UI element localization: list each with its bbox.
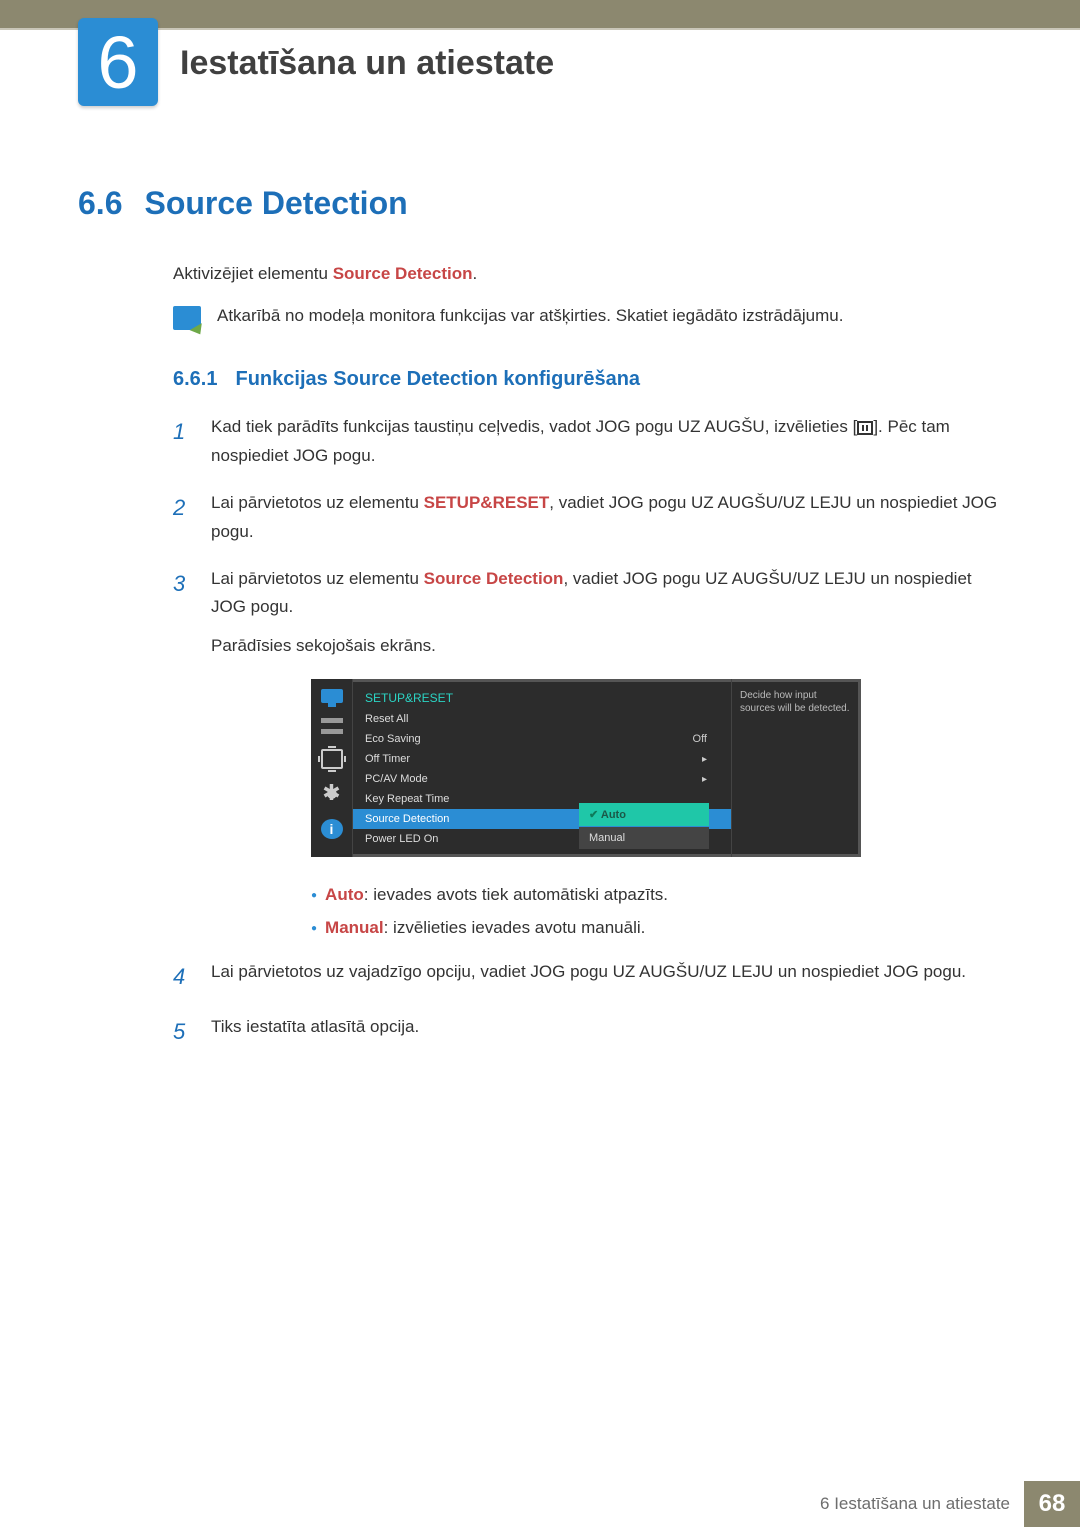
gear-icon — [321, 783, 343, 805]
osd-screenshot: i SETUP&RESET Reset All Eco SavingOff Of… — [311, 679, 1010, 857]
osd-label: PC/AV Mode — [365, 773, 702, 785]
step1-text-a: Kad tiek parādīts funkcijas taustiņu ceļ… — [211, 417, 857, 436]
osd-option-auto: Auto — [579, 803, 709, 826]
bullet-text: : izvēlieties ievades avotu manuāli. — [384, 918, 646, 937]
bullet-dot-icon: ● — [311, 923, 325, 934]
top-bar — [0, 0, 1080, 28]
osd-value: Off — [693, 733, 719, 745]
step3-text-c: Parādīsies sekojošais ekrāns. — [211, 636, 436, 655]
step-1: 1 Kad tiek parādīts funkcijas taustiņu c… — [173, 413, 1010, 471]
note-row: Atkarībā no modeļa monitora funkcijas va… — [173, 306, 1010, 330]
intro-suffix: . — [473, 264, 478, 283]
step-number: 1 — [173, 413, 193, 471]
osd-option-manual: Manual — [579, 827, 709, 849]
bullet-dot-icon: ● — [311, 890, 325, 901]
page-number: 68 — [1024, 1481, 1080, 1527]
osd-sidebar: i — [311, 679, 353, 857]
osd-row-reset: Reset All — [353, 709, 731, 729]
list-icon — [321, 717, 343, 735]
step-5: 5 Tiks iestatīta atlasītā opcija. — [173, 1013, 1010, 1050]
chevron-right-icon: ▸ — [702, 754, 719, 765]
footer: 6 Iestatīšana un atiestate 68 — [820, 1481, 1080, 1527]
step2-keyword: SETUP&RESET — [424, 493, 550, 512]
step-number: 4 — [173, 958, 193, 995]
osd-panel: i SETUP&RESET Reset All Eco SavingOff Of… — [311, 679, 861, 857]
osd-label: Reset All — [365, 713, 719, 725]
intro-prefix: Aktivizējiet elementu — [173, 264, 333, 283]
step-body: Kad tiek parādīts funkcijas taustiņu ceļ… — [211, 413, 1010, 471]
chapter-number-badge: 6 — [78, 18, 158, 106]
step-3: 3 Lai pārvietotos uz elementu Source Det… — [173, 565, 1010, 662]
bullet-list: ●Auto: ievades avots tiek automātiski at… — [311, 879, 1010, 944]
step-number: 5 — [173, 1013, 193, 1050]
steps-list: 1 Kad tiek parādīts funkcijas taustiņu c… — [173, 413, 1010, 1051]
content-area: 6.6 Source Detection Aktivizējiet elemen… — [78, 185, 1010, 1069]
step-body: Tiks iestatīta atlasītā opcija. — [211, 1013, 419, 1050]
resize-icon — [321, 749, 343, 769]
subsection-title: Funkcijas Source Detection konfigurēšana — [235, 368, 640, 391]
menu-icon — [857, 421, 873, 435]
footer-text: 6 Iestatīšana un atiestate — [820, 1494, 1024, 1514]
step-body: Lai pārvietotos uz elementu Source Detec… — [211, 565, 1010, 662]
step3-text-a: Lai pārvietotos uz elementu — [211, 569, 424, 588]
bullet-keyword: Auto — [325, 885, 364, 904]
subsection-heading: 6.6.1 Funkcijas Source Detection konfigu… — [173, 368, 1010, 391]
osd-help-panel: Decide how input sources will be detecte… — [731, 679, 861, 857]
section-title: Source Detection — [144, 185, 407, 222]
step-body: Lai pārvietotos uz vajadzīgo opciju, vad… — [211, 958, 966, 995]
note-icon — [173, 306, 201, 330]
bullet-keyword: Manual — [325, 918, 384, 937]
info-icon: i — [321, 819, 343, 839]
step-4: 4 Lai pārvietotos uz vajadzīgo opciju, v… — [173, 958, 1010, 995]
section-heading: 6.6 Source Detection — [78, 185, 1010, 222]
monitor-icon — [321, 689, 343, 703]
bullet-manual: ●Manual: izvēlieties ievades avotu manuā… — [311, 912, 1010, 944]
chapter-title: Iestatīšana un atiestate — [180, 44, 554, 83]
osd-label: Off Timer — [365, 753, 702, 765]
osd-row-offtimer: Off Timer▸ — [353, 749, 731, 769]
intro-text: Aktivizējiet elementu Source Detection. — [173, 264, 1010, 284]
osd-label: Eco Saving — [365, 733, 693, 745]
intro-keyword: Source Detection — [333, 264, 473, 283]
osd-main: SETUP&RESET Reset All Eco SavingOff Off … — [353, 679, 731, 857]
osd-submenu: Auto Manual — [579, 803, 709, 849]
section-number: 6.6 — [78, 185, 122, 222]
step-number: 2 — [173, 489, 193, 547]
step-number: 3 — [173, 565, 193, 662]
osd-row-pcav: PC/AV Mode▸ — [353, 769, 731, 789]
subsection-number: 6.6.1 — [173, 368, 217, 391]
note-text: Atkarībā no modeļa monitora funkcijas va… — [217, 306, 843, 326]
step-body: Lai pārvietotos uz elementu SETUP&RESET,… — [211, 489, 1010, 547]
step-2: 2 Lai pārvietotos uz elementu SETUP&RESE… — [173, 489, 1010, 547]
step3-keyword: Source Detection — [424, 569, 564, 588]
osd-row-eco: Eco SavingOff — [353, 729, 731, 749]
bullet-text: : ievades avots tiek automātiski atpazīt… — [364, 885, 668, 904]
osd-header: SETUP&RESET — [353, 687, 731, 709]
chevron-right-icon: ▸ — [702, 774, 719, 785]
step2-text-a: Lai pārvietotos uz elementu — [211, 493, 424, 512]
bullet-auto: ●Auto: ievades avots tiek automātiski at… — [311, 879, 1010, 911]
